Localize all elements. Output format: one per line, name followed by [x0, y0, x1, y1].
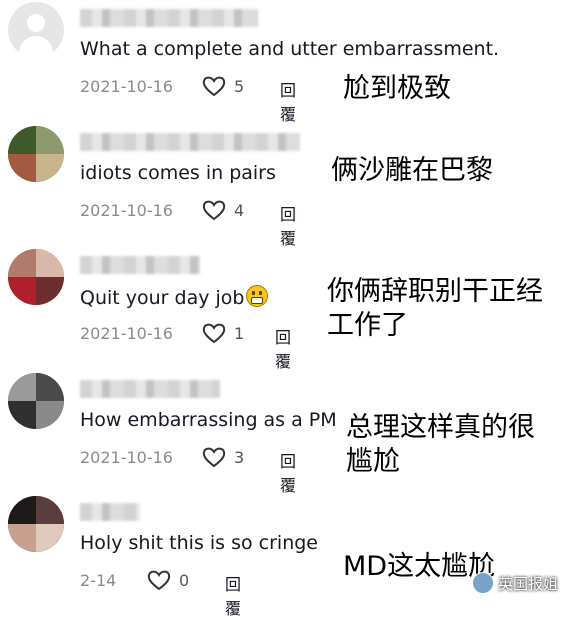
comment-date: 2021-10-16 [80, 324, 173, 343]
default-avatar[interactable] [8, 2, 64, 58]
username-blurred[interactable] [80, 380, 220, 398]
comment-text: Holy shit this is so cringe [80, 532, 319, 554]
annotation-text: 总理这样真的很 尴尬 [346, 412, 535, 477]
reply-button[interactable]: 回覆 [275, 324, 291, 372]
watermark: 英国报姐 [472, 572, 558, 594]
annotation-text: 尬到极致 [343, 73, 451, 104]
watermark-logo-icon [472, 572, 494, 594]
like-button[interactable]: 1 [202, 322, 244, 344]
username-blurred[interactable] [80, 256, 200, 274]
like-count: 3 [234, 447, 245, 467]
username-blurred[interactable] [80, 503, 140, 521]
like-button[interactable]: 0 [147, 569, 189, 591]
annotation-text: 你俩辞职别干正经 工作了 [327, 276, 543, 341]
like-count: 1 [234, 323, 245, 343]
comment-text: idiots comes in pairs [80, 162, 276, 184]
comment-text: Quit your day job [80, 285, 269, 309]
like-button[interactable]: 3 [202, 446, 244, 468]
reply-button[interactable]: 回覆 [280, 201, 296, 249]
username-blurred[interactable] [80, 133, 300, 151]
heart-outline-icon [202, 323, 226, 344]
heart-outline-icon [202, 76, 226, 97]
heart-outline-icon [202, 200, 226, 221]
username-blurred[interactable] [80, 9, 258, 27]
user-avatar[interactable] [8, 126, 64, 182]
heart-outline-icon [202, 447, 226, 468]
grimacing-face-emoji [246, 285, 269, 307]
user-avatar[interactable] [8, 373, 64, 429]
like-count: 5 [234, 76, 245, 96]
user-avatar[interactable] [8, 496, 64, 552]
watermark-text: 英国报姐 [498, 574, 559, 593]
comment-text: What a complete and utter embarrassment. [80, 38, 500, 60]
like-button[interactable]: 5 [202, 75, 244, 97]
comment-date: 2021-10-16 [80, 77, 173, 96]
heart-outline-icon [147, 570, 171, 591]
reply-button[interactable]: 回覆 [280, 448, 296, 496]
like-button[interactable]: 4 [202, 199, 244, 221]
comment-date: 2021-10-16 [80, 448, 173, 467]
like-count: 0 [179, 570, 190, 590]
like-count: 4 [234, 200, 245, 220]
reply-button[interactable]: 回覆 [225, 571, 241, 619]
comment-date: 2021-10-16 [80, 201, 173, 220]
reply-button[interactable]: 回覆 [280, 77, 296, 125]
comment-date: 2-14 [80, 571, 117, 590]
annotation-text: 俩沙雕在巴黎 [331, 155, 493, 186]
user-avatar[interactable] [8, 249, 64, 305]
comment-text: How embarrassing as a PM [80, 409, 337, 431]
